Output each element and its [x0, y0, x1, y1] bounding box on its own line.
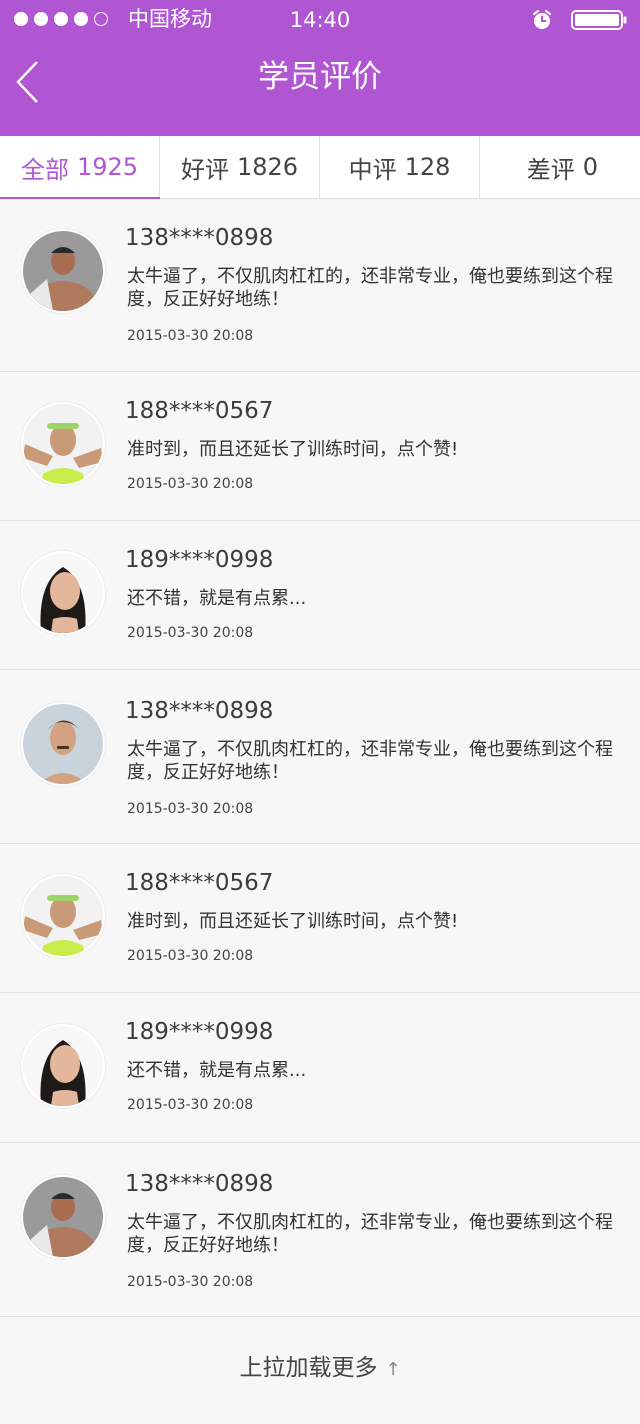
review-item[interactable]: 138****0898 太牛逼了，不仅肌肉杠杠的，还非常专业，俺也要练到这个程度… [0, 199, 640, 372]
reviewer-phone: 188****0567 [125, 398, 274, 424]
battery-icon [571, 10, 627, 30]
top-header: 中国移动 14:40 学员评价 [0, 0, 640, 136]
review-comment: 太牛逼了，不仅肌肉杠杠的，还非常专业，俺也要练到这个程度，反正好好地练！ [127, 266, 613, 310]
reviewer-phone: 138****0898 [125, 225, 274, 251]
review-item[interactable]: 189****0998 还不错，就是有点累... 2015-03-30 20:0… [0, 993, 640, 1143]
review-time: 2015-03-30 20:08 [127, 948, 254, 964]
female-portrait-avatar [21, 1024, 105, 1108]
reviewer-phone: 138****0898 [125, 698, 274, 724]
reviewer-phone: 188****0567 [125, 870, 274, 896]
review-time: 2015-03-30 20:08 [127, 625, 254, 641]
reviewer-phone: 138****0898 [125, 1171, 274, 1197]
review-item[interactable]: 138****0898 太牛逼了，不仅肌肉杠杠的，还非常专业，俺也要练到这个程度… [0, 670, 640, 844]
tab-negative[interactable]: 差评 0 [480, 136, 640, 198]
arrow-up-icon: ↑ [385, 1359, 401, 1380]
review-comment: 太牛逼了，不仅肌肉杠杠的，还非常专业，俺也要练到这个程度，反正好好地练！ [127, 1212, 613, 1256]
review-item[interactable]: 189****0998 还不错，就是有点累... 2015-03-30 20:0… [0, 521, 640, 670]
review-comment: 准时到，而且还延长了训练时间，点个赞! [127, 911, 459, 932]
female-headband-avatar [21, 874, 105, 958]
review-time: 2015-03-30 20:08 [127, 476, 254, 492]
tab-label: 好评 [180, 155, 229, 184]
tab-neutral[interactable]: 中评 128 [320, 136, 480, 198]
tab-positive[interactable]: 好评 1826 [160, 136, 320, 198]
review-time: 2015-03-30 20:08 [127, 328, 254, 344]
tab-all[interactable]: 全部 1925 [0, 136, 160, 199]
tab-label: 全部 [20, 155, 69, 184]
tab-count: 128 [404, 153, 451, 181]
review-comment: 还不错，就是有点累... [127, 1060, 307, 1081]
female-portrait-avatar [21, 551, 105, 635]
tab-label: 差评 [526, 155, 575, 184]
load-more-label: 上拉加载更多 [239, 1355, 378, 1381]
review-comment: 太牛逼了，不仅肌肉杠杠的，还非常专业，俺也要练到这个程度，反正好好地练！ [127, 739, 613, 783]
reviewer-phone: 189****0998 [125, 1019, 274, 1045]
review-time: 2015-03-30 20:08 [127, 1274, 254, 1290]
review-time: 2015-03-30 20:08 [127, 801, 254, 817]
review-time: 2015-03-30 20:08 [127, 1097, 254, 1113]
female-headband-avatar [21, 402, 105, 486]
male-bodybuilder-avatar [21, 1175, 105, 1259]
male-mustache-avatar [21, 702, 105, 786]
alarm-clock-icon [532, 9, 552, 29]
status-bar: 中国移动 14:40 [0, 0, 640, 40]
review-item[interactable]: 188****0567 准时到，而且还延长了训练时间，点个赞! 2015-03-… [0, 844, 640, 993]
tab-count: 0 [582, 153, 598, 181]
reviewer-phone: 189****0998 [125, 547, 274, 573]
review-comment: 准时到，而且还延长了训练时间，点个赞! [127, 439, 459, 460]
review-list: 138****0898 太牛逼了，不仅肌肉杠杠的，还非常专业，俺也要练到这个程度… [0, 199, 640, 1317]
review-comment: 还不错，就是有点累... [127, 588, 307, 609]
review-item[interactable]: 138****0898 太牛逼了，不仅肌肉杠杠的，还非常专业，俺也要练到这个程度… [0, 1143, 640, 1317]
page-title: 学员评价 [258, 59, 382, 95]
pull-to-load-more[interactable]: 上拉加载更多 ↑ [0, 1352, 640, 1386]
rating-filter-tabs: 全部 1925 好评 1826 中评 128 差评 0 [0, 136, 640, 199]
tab-label: 中评 [348, 155, 397, 184]
review-item[interactable]: 188****0567 准时到，而且还延长了训练时间，点个赞! 2015-03-… [0, 372, 640, 521]
male-bodybuilder-avatar [21, 229, 105, 313]
tab-count: 1826 [236, 153, 299, 181]
tab-count: 1925 [76, 153, 139, 181]
